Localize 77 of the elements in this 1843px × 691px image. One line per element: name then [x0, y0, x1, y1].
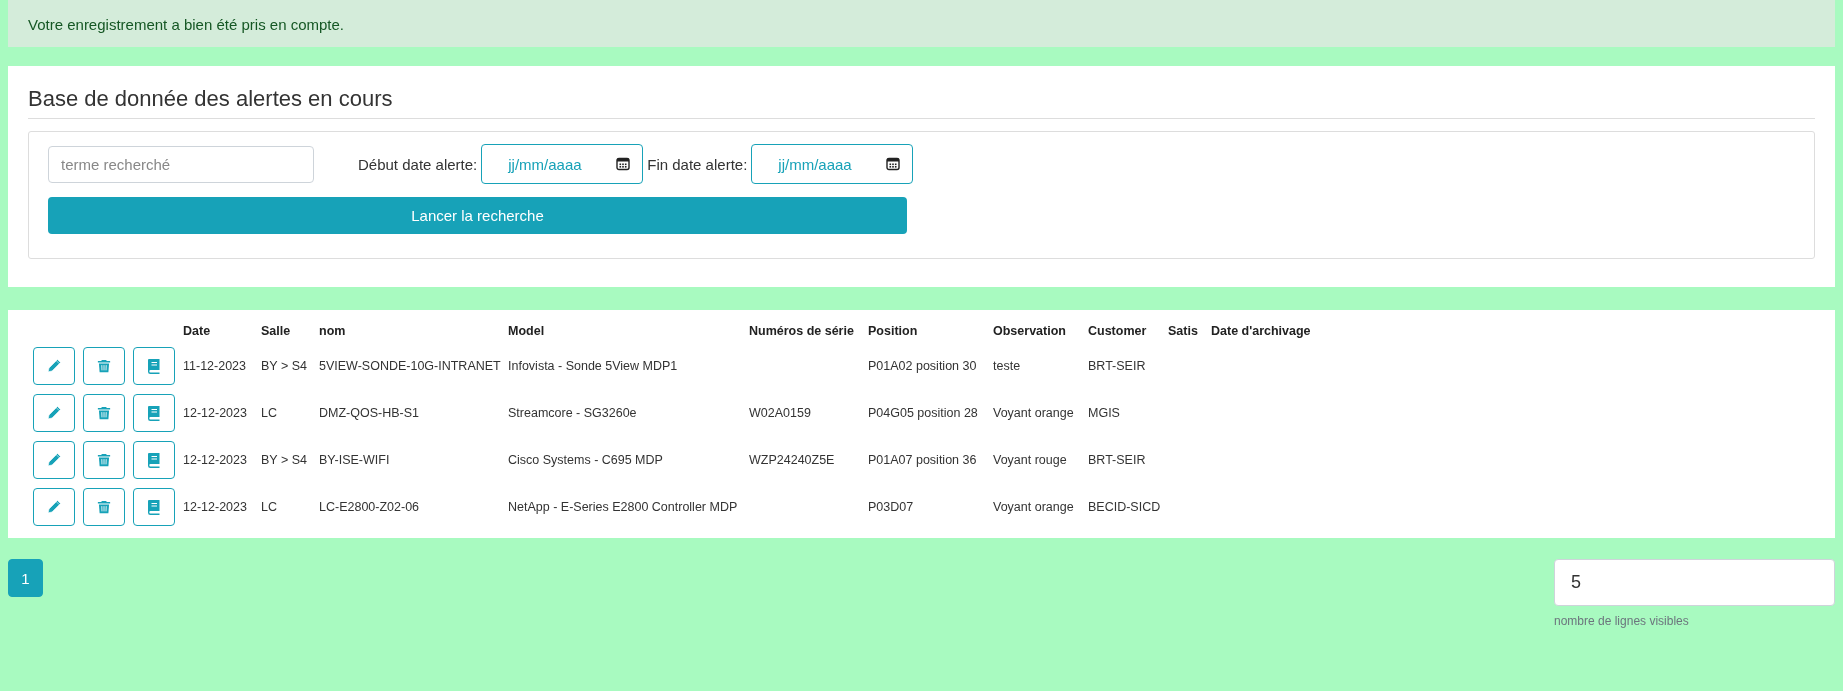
pencil-icon: [46, 404, 62, 421]
search-field[interactable]: terme recherché: [48, 145, 314, 183]
column-header: Model: [508, 324, 545, 338]
table-cell: P03D07: [868, 499, 914, 514]
table-cell: LC: [261, 405, 277, 420]
archive-button[interactable]: [133, 440, 175, 479]
table-cell: BRT-SEIR: [1088, 358, 1146, 373]
table-cell: BY > S4: [261, 358, 307, 373]
end-date-field[interactable]: jj/mm/aaaa: [751, 144, 914, 184]
table-cell: 11-12-2023: [183, 358, 246, 373]
table-cell: 12-12-2023: [183, 405, 247, 420]
table-cell: Cisco Systems - C695 MDP: [508, 452, 663, 467]
column-header: Date: [183, 324, 211, 338]
table-cell: P01A02 position 30: [868, 358, 977, 373]
trash-icon: [97, 498, 111, 515]
table-cell: BRT-SEIR: [1088, 452, 1146, 467]
end-date-label: Fin date alerte:: [647, 155, 748, 173]
archive-button[interactable]: [133, 487, 175, 526]
start-date-label: Début date alerte:: [358, 155, 478, 173]
column-header: Salle: [261, 324, 291, 338]
column-header: Position: [868, 324, 918, 338]
archive-button[interactable]: [133, 393, 175, 432]
table-cell: W02A0159: [749, 405, 811, 420]
pencil-icon: [46, 451, 62, 468]
column-header: Customer: [1088, 324, 1147, 338]
delete-button[interactable]: [83, 487, 125, 526]
book-icon: [147, 498, 161, 515]
column-header: Satis: [1168, 324, 1198, 338]
table-cell: NetApp - E-Series E2800 Controller MDP: [508, 499, 738, 514]
panel-title: Base de donnée des alertes en cours: [28, 86, 1815, 119]
book-icon: [147, 404, 161, 421]
table-cell: BECID-SICD: [1088, 499, 1161, 514]
page-button[interactable]: 1: [8, 559, 43, 597]
table-cell: WZP24240Z5E: [749, 452, 835, 467]
visible-rows-field[interactable]: 5: [1554, 559, 1835, 606]
table-cell: Streamcore - SG3260e: [508, 405, 637, 420]
table-cell: LC-E2800-Z02-06: [319, 499, 420, 514]
table-cell: Voyant orange: [993, 405, 1074, 420]
table-cell: teste: [993, 358, 1021, 373]
table-cell: BY-ISE-WIFI: [319, 452, 390, 467]
start-date-field[interactable]: jj/mm/aaaa: [481, 144, 644, 184]
table-cell: Voyant orange: [993, 499, 1074, 514]
book-icon: [147, 451, 161, 468]
pencil-icon: [46, 357, 62, 374]
table-cell: 5VIEW-SONDE-10G-INTRANET: [319, 358, 501, 373]
table-cell: 12-12-2023: [183, 499, 247, 514]
delete-button[interactable]: [83, 346, 125, 385]
table-cell: 12-12-2023: [183, 452, 247, 467]
trash-icon: [97, 404, 111, 421]
search-button[interactable]: Lancer la recherche: [48, 197, 907, 234]
table-cell: LC: [261, 499, 277, 514]
delete-button[interactable]: [83, 393, 125, 432]
table-cell: BY > S4: [261, 452, 307, 467]
table-cell: MGIS: [1088, 405, 1120, 420]
edit-button[interactable]: [33, 440, 75, 479]
column-header: Date d'archivage: [1211, 324, 1311, 338]
calendar-icon: [886, 157, 901, 171]
success-alert: Votre enregistrement a bien été pris en compte.: [8, 0, 1835, 47]
calendar-icon: [616, 157, 631, 171]
table-cell: DMZ-QOS-HB-S1: [319, 405, 419, 420]
pencil-icon: [46, 498, 62, 515]
column-header: nom: [319, 324, 346, 338]
table-cell: P04G05 position 28: [868, 405, 978, 420]
column-header: Observation: [993, 324, 1066, 338]
trash-icon: [97, 357, 111, 374]
edit-button[interactable]: [33, 346, 75, 385]
edit-button[interactable]: [33, 487, 75, 526]
archive-button[interactable]: [133, 346, 175, 385]
table-cell: Voyant rouge: [993, 452, 1067, 467]
column-header: Numéros de série: [749, 324, 854, 338]
delete-button[interactable]: [83, 440, 125, 479]
table-cell: P01A07 position 36: [868, 452, 977, 467]
help-text: nombre de lignes visibles: [1554, 614, 1690, 628]
book-icon: [147, 357, 161, 374]
table-cell: Infovista - Sonde 5View MDP1: [508, 358, 678, 373]
edit-button[interactable]: [33, 393, 75, 432]
trash-icon: [97, 451, 111, 468]
